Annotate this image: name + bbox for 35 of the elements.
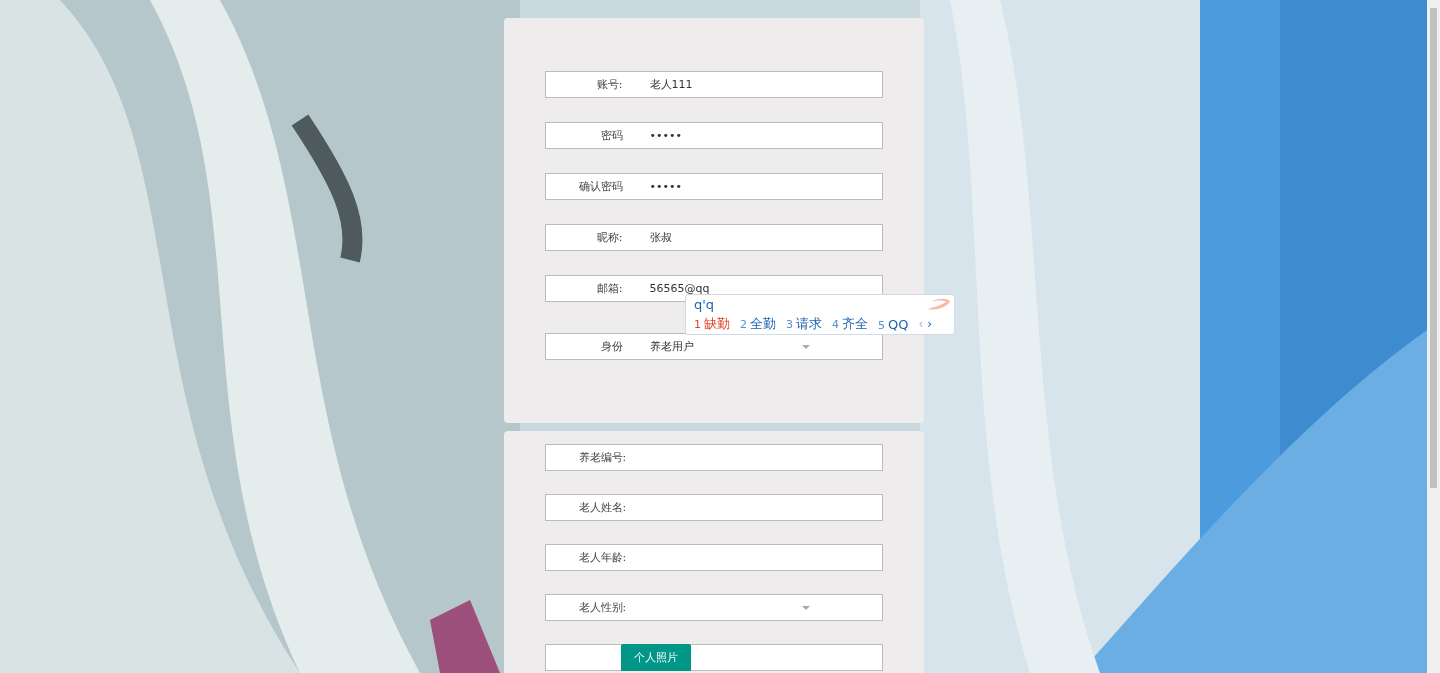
field-value: 56565@qq: [649, 282, 710, 295]
next-page-button[interactable]: ›: [927, 317, 933, 331]
ime-candidate[interactable]: 1 缺勤: [694, 315, 730, 333]
field-label: 昵称:: [595, 230, 623, 245]
input-field[interactable]: 老人姓名:: [544, 494, 883, 521]
field-label: 身份: [599, 339, 623, 354]
field-value: •••••: [649, 129, 682, 142]
ime-candidate[interactable]: 2 全勤: [740, 315, 776, 333]
ime-candidate[interactable]: 3 请求: [786, 315, 822, 333]
input-field[interactable]: 养老编号:: [544, 444, 883, 471]
field-label: 老人性别:: [577, 600, 627, 615]
ime-candidate[interactable]: 5 QQ: [878, 316, 909, 332]
field-label: 密码: [599, 128, 623, 143]
input-field[interactable]: 确认密码 •••••: [544, 173, 883, 200]
field-value: 老人111: [649, 77, 693, 92]
input-field[interactable]: 老人年龄:: [544, 544, 883, 571]
ime-candidate[interactable]: 4 齐全: [832, 315, 868, 333]
field-label: 老人年龄:: [577, 550, 627, 565]
field-value: 张叔: [649, 230, 672, 245]
field-label: 养老编号:: [577, 450, 627, 465]
select-field[interactable]: 身份 养老用户: [544, 333, 883, 360]
field-value: 养老用户: [649, 339, 694, 354]
field-label: 账号:: [595, 77, 623, 92]
photo-button[interactable]: 个人照片: [620, 644, 691, 671]
field-value: •••••: [649, 180, 682, 193]
input-field[interactable]: 密码 •••••: [544, 122, 883, 149]
input-field[interactable]: 昵称: 张叔: [544, 224, 883, 251]
dropdown-caret-icon: [801, 345, 810, 349]
select-field[interactable]: 老人性别:: [544, 594, 883, 621]
field-label: 确认密码: [577, 179, 623, 194]
scrollbar-thumb[interactable]: [1430, 8, 1437, 488]
dropdown-caret-icon: [801, 606, 810, 610]
field-label: 邮箱:: [595, 281, 623, 296]
input-field[interactable]: 账号: 老人111: [544, 71, 883, 98]
field-label: 老人姓名:: [577, 500, 627, 515]
